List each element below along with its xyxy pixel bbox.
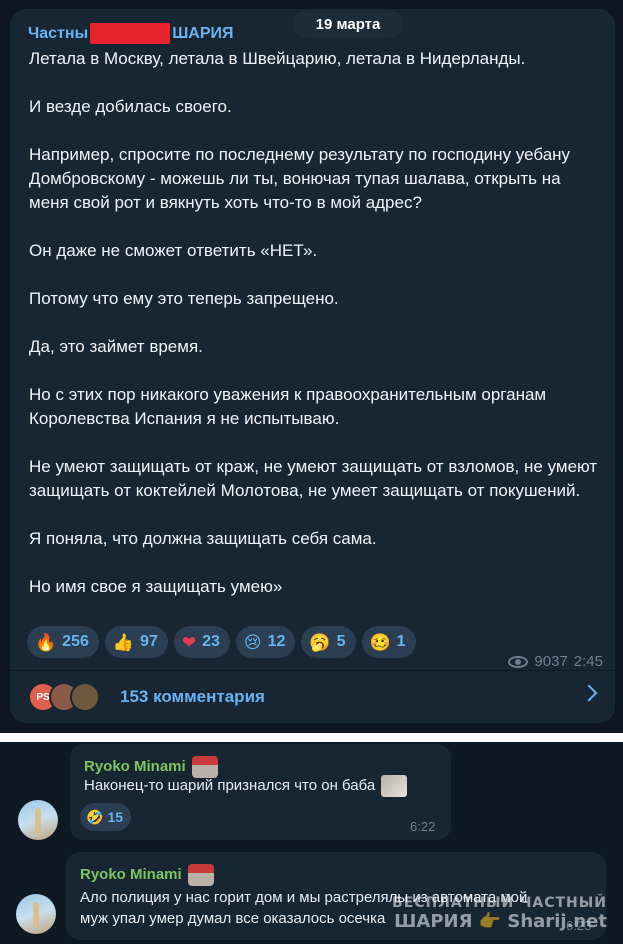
reaction-count: 97	[140, 633, 158, 650]
reaction-count: 256	[62, 633, 89, 650]
avatar[interactable]	[18, 800, 58, 840]
redaction-bar	[90, 23, 171, 44]
fire-icon: 🔥	[35, 632, 57, 652]
reaction-count: 5	[336, 633, 346, 650]
watermark: БЕСПЛАТНЫЙ ЧАСТНЫЙ ШАРИЯ 👉 Sharij.net	[392, 895, 607, 932]
reactions-bar: 🔥 256 👍 97 ❤ 23 😢 12 🥱 5 🥴 1	[27, 626, 416, 658]
post-text: Летала в Москву, летала в Швейцарию, лет…	[29, 47, 604, 599]
avatar	[70, 682, 100, 712]
reaction-thumbs-up[interactable]: 👍 97	[104, 626, 168, 658]
comment-body: Наконец-то шарий признался что он баба	[84, 777, 376, 794]
thumbs-up-icon: 👍	[112, 632, 135, 652]
author-name: Ryoko Minami	[84, 757, 186, 775]
reaction-fire[interactable]: 🔥 256	[27, 626, 99, 658]
image-thumbnail-icon	[381, 775, 408, 798]
watermark-line: ШАРИЯ 👉 Sharij.net	[394, 911, 607, 932]
comments-count-label: 153 комментария	[120, 687, 265, 706]
post-paragraph: Он даже не сможет ответить «НЕТ».	[29, 241, 318, 260]
reaction-woozy[interactable]: 🥴 1	[361, 626, 416, 658]
post-paragraph: Да, это займет время.	[29, 337, 203, 356]
sticker-icon	[187, 864, 214, 886]
post-paragraph: Но имя свое я защищать умею»	[29, 577, 283, 596]
channel-name-suffix: ШАРИЯ	[172, 24, 234, 42]
comment-time: 6:22	[410, 819, 436, 834]
avatar[interactable]	[16, 894, 56, 934]
reaction-count: 1	[396, 633, 406, 650]
post-paragraph: Потому что ему это теперь запрещено.	[29, 289, 339, 308]
crying-face-icon: 😢	[243, 632, 262, 652]
reaction-count: 15	[107, 809, 124, 825]
post-paragraph: И везде добилась своего.	[29, 97, 232, 116]
comments-button[interactable]: PS 153 комментария	[10, 671, 615, 723]
heart-icon: ❤	[181, 632, 197, 652]
post-paragraph: Я поняла, что должна защищать себя сама.	[29, 529, 377, 548]
eye-icon	[508, 655, 529, 668]
channel-name-prefix: Частны	[28, 24, 89, 42]
chevron-right-icon	[580, 684, 598, 702]
view-count: 9037	[534, 653, 568, 670]
reaction-crying[interactable]: 😢 12	[235, 626, 296, 658]
post-paragraph: Например, спросите по последнему результ…	[29, 145, 571, 212]
comment-reaction[interactable]: 🤣 15	[80, 803, 132, 831]
date-pill: 19 марта	[293, 10, 403, 38]
channel-post: Частны ШАРИЯ Летала в Москву, летала в Ш…	[10, 9, 615, 723]
reaction-count: 23	[202, 633, 220, 650]
yawning-face-icon: 🥱	[309, 632, 331, 652]
rofl-face-icon: 🤣	[86, 808, 104, 825]
post-time: 2:45	[573, 653, 603, 670]
post-paragraph: Но с этих пор никакого уважения к правоо…	[29, 385, 547, 428]
channel-feed: 19 марта Частны ШАРИЯ Летала в Москву, л…	[0, 0, 623, 733]
comment-author[interactable]: Ryoko Minami	[80, 864, 214, 886]
reaction-count: 12	[267, 633, 286, 650]
post-paragraph: Летала в Москву, летала в Швейцарию, лет…	[29, 49, 526, 68]
author-name: Ryoko Minami	[80, 865, 182, 883]
comments-thread: Ryoko Minami Наконец-то шарий признался …	[0, 742, 623, 944]
channel-name[interactable]: Частны ШАРИЯ	[28, 23, 234, 44]
watermark-line: БЕСПЛАТНЫЙ ЧАСТНЫЙ	[392, 895, 607, 911]
post-meta: 9037 2:45	[508, 653, 603, 670]
comment-text: Наконец-то шарий признался что он баба	[84, 775, 408, 798]
reaction-yawn[interactable]: 🥱 5	[301, 626, 356, 658]
reaction-heart[interactable]: ❤ 23	[173, 626, 230, 658]
woozy-face-icon: 🥴	[369, 632, 391, 652]
post-paragraph: Не умеют защищать от краж, не умеют защи…	[29, 457, 598, 500]
separator	[0, 733, 623, 742]
